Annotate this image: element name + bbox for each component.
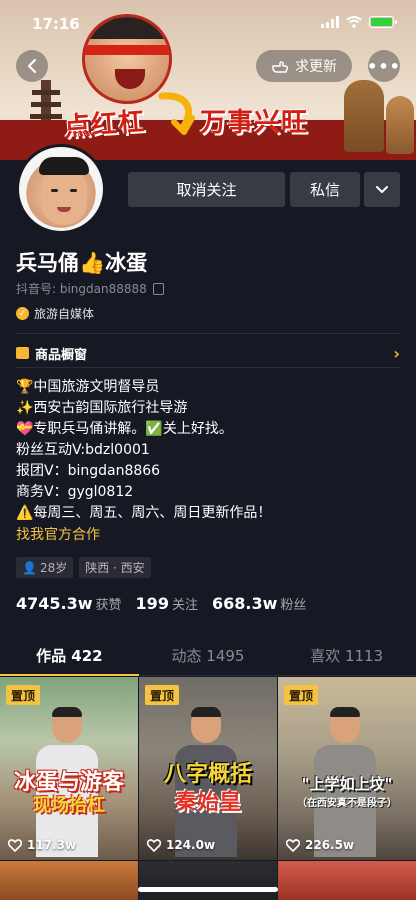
video-caption: 八字概括 xyxy=(163,762,252,787)
avatar[interactable] xyxy=(16,144,106,234)
profile-page: 点红杠 万事兴旺 17:16 求更新 ••• 取消关注 私信 兵马俑👍冰蛋 抖音… xyxy=(0,0,416,900)
status-bar: 17:16 xyxy=(0,0,416,44)
pointing-hand-icon xyxy=(272,61,289,73)
video-thumbnail[interactable] xyxy=(139,861,277,900)
stat-label: 粉丝 xyxy=(280,598,307,613)
video-caption: "上学如上坟" xyxy=(301,775,393,793)
stat-label: 关注 xyxy=(171,598,198,613)
video-likes: 124.0w xyxy=(147,838,215,852)
chevron-right-icon: › xyxy=(393,343,400,363)
person-icon: 👤 xyxy=(22,560,37,575)
video-thumbnail[interactable]: 置顶 "上学如上坟" （在西安真不是段子） 226.5w xyxy=(278,677,416,860)
divider xyxy=(16,367,400,368)
stat-value: 199 xyxy=(135,594,169,613)
video-subcaption: 现场抬杠 xyxy=(33,795,105,816)
pinned-badge: 置顶 xyxy=(145,685,180,705)
video-thumbnail[interactable]: 置顶 八字概括 秦始皇 124.0w xyxy=(139,677,277,860)
cellular-signal-icon xyxy=(321,16,339,28)
unfollow-button[interactable]: 取消关注 xyxy=(128,172,285,207)
profile-stats: 4745.3w 获赞 199 关注 668.3w 粉丝 xyxy=(16,594,306,613)
heart-icon xyxy=(147,838,161,852)
douyin-id-row: 抖音号: bingdan88888 xyxy=(16,280,164,297)
copy-icon[interactable] xyxy=(152,282,164,295)
video-thumbnail[interactable] xyxy=(278,861,416,900)
video-likes: 226.5w xyxy=(286,838,354,852)
tab-works[interactable]: 作品 422 xyxy=(0,636,139,676)
verified-badge-icon: ✓ xyxy=(16,307,29,320)
cartoon-warrior-illustration xyxy=(386,96,414,154)
bio-line: ✨西安古韵国际旅行社导游 xyxy=(16,400,188,416)
banner-slogan-left: 点红杠 xyxy=(63,107,147,143)
heart-icon xyxy=(8,838,22,852)
stat-following[interactable]: 199 关注 xyxy=(136,594,198,613)
heart-icon xyxy=(286,838,300,852)
video-subcaption: 秦始皇 xyxy=(174,790,241,815)
divider xyxy=(16,333,400,334)
age-tag-label: 28岁 xyxy=(39,561,68,575)
chevron-down-icon xyxy=(376,185,388,193)
recommend-dropdown-button[interactable] xyxy=(364,172,400,207)
profile-tags: 👤 28岁 陕西 · 西安 xyxy=(16,557,151,578)
banner-slogan-right: 万事兴旺 xyxy=(200,108,309,138)
video-likes: 117.3w xyxy=(8,838,76,852)
profile-name: 兵马俑👍冰蛋 xyxy=(16,251,148,275)
tab-likes[interactable]: 喜欢 1113 xyxy=(277,636,416,675)
request-update-button[interactable]: 求更新 xyxy=(256,50,352,82)
location-tag: 陕西 · 西安 xyxy=(79,557,151,578)
stat-followers[interactable]: 668.3w 粉丝 xyxy=(212,594,306,613)
likes-count: 117.3w xyxy=(27,838,77,852)
more-options-button[interactable]: ••• xyxy=(367,50,401,82)
verification-row: ✓ 旅游自媒体 xyxy=(16,305,94,322)
bio-line: 粉丝互动V:bdzl0001 xyxy=(16,442,150,458)
shop-window-row[interactable]: 商品橱窗 › xyxy=(16,340,400,366)
chevron-left-icon xyxy=(27,58,37,74)
bio-line: ⚠️每周三、周五、周六、周日更新作品！ xyxy=(16,505,272,521)
bio-line: 💝专职兵马俑讲解。✅关上好找。 xyxy=(16,421,233,437)
request-update-label: 求更新 xyxy=(295,59,337,75)
shop-icon xyxy=(16,347,29,359)
video-thumbnail[interactable]: 置顶 冰蛋与游客 现场抬杠 117.3w xyxy=(0,677,138,860)
stat-value: 4745.3w xyxy=(16,594,93,613)
business-cooperation-link[interactable]: 找我官方合作 xyxy=(16,525,400,546)
pinned-badge: 置顶 xyxy=(6,685,41,705)
battery-icon xyxy=(369,16,397,28)
status-icons xyxy=(321,16,397,28)
stat-value: 668.3w xyxy=(211,594,278,613)
home-indicator[interactable] xyxy=(138,887,278,892)
message-button[interactable]: 私信 xyxy=(290,172,360,207)
tab-activity[interactable]: 动态 1495 xyxy=(139,636,278,675)
likes-count: 124.0w xyxy=(166,838,216,852)
stat-label: 获赞 xyxy=(95,598,122,613)
video-grid: 置顶 冰蛋与游客 现场抬杠 117.3w 置顶 八字概括 秦始皇 124.0w … xyxy=(0,677,416,900)
bio-line: 报团V：bingdan8866 xyxy=(16,463,161,479)
bio-line: 商务V：gygl0812 xyxy=(16,484,134,500)
video-subcaption: （在西安真不是段子） xyxy=(297,798,397,809)
status-time: 17:16 xyxy=(32,15,80,33)
verification-label: 旅游自媒体 xyxy=(34,307,95,321)
pinned-badge: 置顶 xyxy=(284,685,319,705)
terracotta-warrior-illustration xyxy=(344,80,384,152)
swoosh-arrow-icon xyxy=(158,92,195,135)
douyin-id: 抖音号: bingdan88888 xyxy=(16,282,147,296)
back-button[interactable] xyxy=(16,50,48,82)
wifi-icon xyxy=(346,16,362,28)
more-icon: ••• xyxy=(367,56,401,76)
content-tabs: 作品 422 动态 1495 喜欢 1113 xyxy=(0,636,416,676)
video-thumbnail[interactable] xyxy=(0,861,138,900)
likes-count: 226.5w xyxy=(305,838,355,852)
stat-likes: 4745.3w 获赞 xyxy=(16,594,122,613)
age-tag: 👤 28岁 xyxy=(16,557,74,578)
location-tag-label: 陕西 · 西安 xyxy=(85,561,145,575)
shop-window-label: 商品橱窗 xyxy=(35,347,88,363)
video-caption: 冰蛋与游客 xyxy=(13,770,124,795)
bio-line: 🏆中国旅游文明督导员 xyxy=(16,379,160,395)
bio: 🏆中国旅游文明督导员 ✨西安古韵国际旅行社导游 💝专职兵马俑讲解。✅关上好找。 … xyxy=(16,377,400,546)
